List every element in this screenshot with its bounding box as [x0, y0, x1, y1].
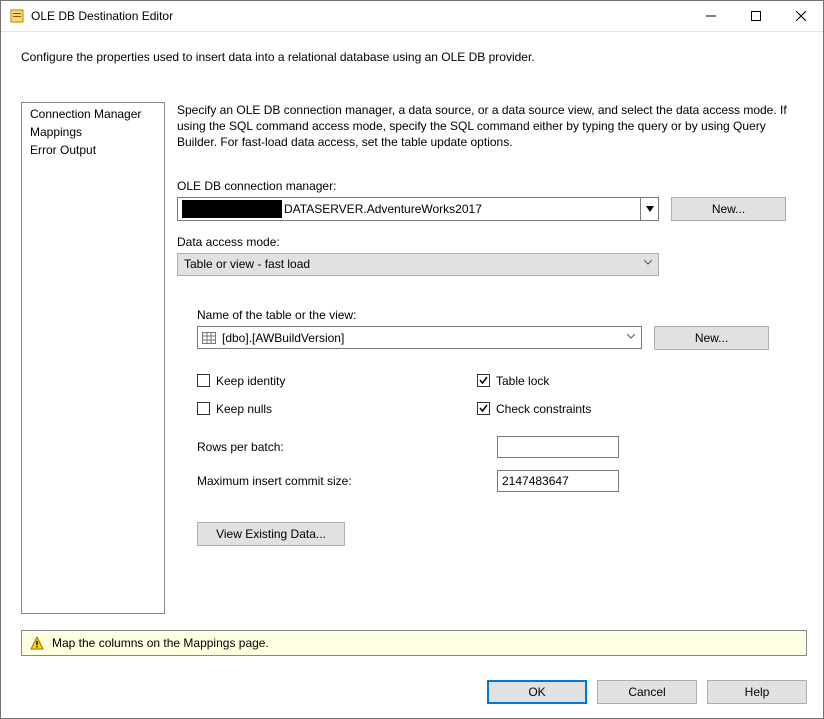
rows-per-batch-input[interactable]: [497, 436, 619, 458]
new-table-button[interactable]: New...: [654, 326, 769, 350]
check-icon: [479, 404, 488, 413]
chevron-down-icon: [627, 334, 635, 339]
data-access-mode-select[interactable]: Table or view - fast load: [177, 253, 659, 276]
main-area: Connection Manager Mappings Error Output…: [1, 92, 823, 614]
chevron-down-icon: [644, 260, 652, 265]
maximize-button[interactable]: [733, 1, 778, 31]
app-icon: [9, 8, 25, 24]
sidebar-item-mappings[interactable]: Mappings: [22, 123, 164, 141]
keep-nulls-label: Keep nulls: [216, 402, 272, 416]
data-access-mode-value: Table or view - fast load: [184, 257, 310, 271]
new-connection-button[interactable]: New...: [671, 197, 786, 221]
warning-text: Map the columns on the Mappings page.: [52, 636, 269, 650]
minimize-button[interactable]: [688, 1, 733, 31]
warning-bar: Map the columns on the Mappings page.: [21, 630, 807, 656]
keep-identity-label: Keep identity: [216, 374, 285, 388]
sidebar-item-error-output[interactable]: Error Output: [22, 141, 164, 159]
sidebar: Connection Manager Mappings Error Output: [21, 102, 165, 614]
keep-identity-checkbox[interactable]: [197, 374, 210, 387]
check-constraints-checkbox[interactable]: [477, 402, 490, 415]
dialog-window: OLE DB Destination Editor Configure the …: [0, 0, 824, 719]
max-commit-size-input[interactable]: [497, 470, 619, 492]
table-lock-label: Table lock: [496, 374, 549, 388]
table-lock-checkbox[interactable]: [477, 374, 490, 387]
max-commit-size-label: Maximum insert commit size:: [197, 474, 497, 488]
connection-manager-label: OLE DB connection manager:: [177, 179, 807, 193]
connection-manager-value: DATASERVER.AdventureWorks2017: [284, 202, 482, 216]
titlebar: OLE DB Destination Editor: [1, 1, 823, 32]
warning-icon: [30, 636, 44, 650]
maximize-icon: [751, 11, 761, 21]
close-button[interactable]: [778, 1, 823, 31]
rows-per-batch-label: Rows per batch:: [197, 440, 497, 454]
window-controls: [688, 1, 823, 31]
table-icon: [202, 332, 216, 344]
table-name-combo[interactable]: [dbo].[AWBuildVersion]: [197, 326, 642, 349]
redacted-server-prefix: [182, 200, 282, 218]
help-button[interactable]: Help: [707, 680, 807, 704]
dropdown-button[interactable]: [640, 198, 658, 220]
table-name-label: Name of the table or the view:: [197, 308, 807, 322]
content-intro: Specify an OLE DB connection manager, a …: [177, 102, 807, 151]
ok-button[interactable]: OK: [487, 680, 587, 704]
check-icon: [479, 376, 488, 385]
connection-manager-combo[interactable]: DATASERVER.AdventureWorks2017: [177, 197, 659, 221]
footer-buttons: OK Cancel Help: [1, 656, 823, 718]
window-title: OLE DB Destination Editor: [31, 9, 688, 23]
dialog-description: Configure the properties used to insert …: [1, 32, 823, 64]
data-access-mode-label: Data access mode:: [177, 235, 807, 249]
check-constraints-label: Check constraints: [496, 402, 591, 416]
table-name-value: [dbo].[AWBuildVersion]: [222, 331, 344, 345]
sidebar-item-connection-manager[interactable]: Connection Manager: [22, 105, 164, 123]
fast-load-options: Name of the table or the view: [dbo].[AW…: [177, 308, 807, 546]
minimize-icon: [706, 11, 716, 21]
view-existing-data-button[interactable]: View Existing Data...: [197, 522, 345, 546]
keep-nulls-checkbox[interactable]: [197, 402, 210, 415]
content-panel: Specify an OLE DB connection manager, a …: [177, 102, 807, 614]
chevron-down-icon: [646, 206, 654, 212]
close-icon: [796, 11, 806, 21]
cancel-button[interactable]: Cancel: [597, 680, 697, 704]
